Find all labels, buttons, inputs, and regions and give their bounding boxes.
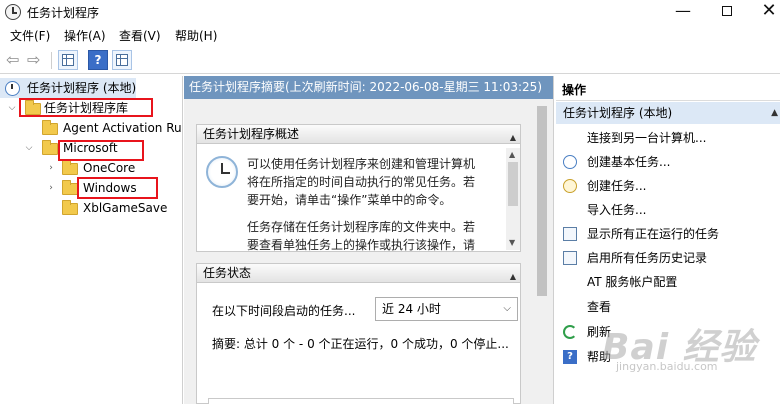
menu-file[interactable]: 文件(F) bbox=[10, 27, 50, 44]
toolbar: ⇦ ⇨ ? bbox=[0, 47, 780, 74]
action-at-service-config[interactable]: AT 服务帐户配置 bbox=[556, 270, 780, 294]
refresh-icon bbox=[563, 325, 577, 339]
action-enable-history[interactable]: 启用所有任务历史记录 bbox=[556, 246, 780, 270]
show-hide-console-tree-button[interactable] bbox=[58, 50, 78, 70]
actions-title: 操作 bbox=[556, 79, 780, 101]
action-import-task[interactable]: 导入任务... bbox=[556, 198, 780, 222]
status-period-label: 在以下时间段启动的任务... bbox=[212, 304, 356, 318]
annotation-box-library bbox=[19, 98, 153, 117]
task-scheduler-clock-icon bbox=[5, 4, 21, 20]
task-scheduler-clock-icon bbox=[206, 156, 238, 188]
console-tree-icon bbox=[62, 54, 74, 66]
overview-section-title: 任务计划程序概述 bbox=[203, 127, 300, 141]
toolbar-separator bbox=[51, 52, 52, 69]
folder-icon bbox=[62, 180, 78, 195]
action-help[interactable]: ? 帮助 bbox=[556, 345, 780, 369]
overview-paragraph-1: 可以使用任务计划程序来创建和管理计算机将在所指定的时间自动执行的常见任务。若要开… bbox=[247, 157, 476, 207]
action-create-task[interactable]: 创建任务... bbox=[556, 174, 780, 198]
overview-section-header[interactable]: 任务计划程序概述 ▲ bbox=[196, 124, 521, 144]
folder-icon bbox=[62, 200, 78, 215]
navigation-tree: 任务计划程序 (本地) ⌵ 任务计划程序库 Agent Activation R… bbox=[0, 76, 183, 404]
folder-icon bbox=[42, 140, 58, 155]
help-button[interactable]: ? bbox=[88, 50, 108, 70]
action-label: 创建任务... bbox=[587, 179, 647, 193]
help-icon: ? bbox=[563, 350, 577, 364]
scroll-up-icon[interactable]: ▲ bbox=[509, 150, 515, 159]
maximize-icon bbox=[722, 5, 732, 16]
scroll-down-icon[interactable]: ▼ bbox=[509, 238, 515, 247]
menu-bar: 文件(F) 操作(A) 查看(V) 帮助(H) bbox=[0, 25, 780, 45]
period-dropdown-value: 近 24 小时 bbox=[382, 302, 441, 316]
tree-item-xbl-label: XblGameSave bbox=[83, 201, 168, 215]
forward-arrow-icon[interactable]: ⇨ bbox=[27, 52, 43, 68]
title-bar: 任务计划程序 — ✕ bbox=[0, 0, 780, 24]
summary-pane: 任务计划程序摘要(上次刷新时间: 2022-06-08-星期三 11:03:25… bbox=[184, 76, 554, 404]
action-label: 连接到另一台计算机... bbox=[587, 131, 707, 145]
tree-item-onecore-label: OneCore bbox=[83, 161, 136, 175]
folder-icon bbox=[62, 160, 78, 175]
action-view[interactable]: 查看 bbox=[556, 295, 780, 319]
minimize-button[interactable]: — bbox=[660, 0, 706, 24]
expand-chevron-icon[interactable]: › bbox=[46, 183, 56, 193]
tree-item-root-label: 任务计划程序 (本地) bbox=[27, 81, 137, 95]
tree-item-agent-label: Agent Activation Ru bbox=[63, 121, 182, 135]
collapse-up-icon[interactable]: ▲ bbox=[771, 102, 778, 124]
back-arrow-icon[interactable]: ⇦ bbox=[6, 52, 22, 68]
action-label: 显示所有正在运行的任务 bbox=[587, 227, 720, 241]
overview-scrollbar-thumb[interactable] bbox=[508, 162, 518, 206]
action-label: 导入任务... bbox=[587, 203, 647, 217]
action-connect-computer[interactable]: 连接到另一台计算机... bbox=[556, 126, 780, 150]
list-icon bbox=[563, 227, 577, 241]
collapse-chevron-icon[interactable]: ⌵ bbox=[24, 143, 34, 153]
collapse-chevron-icon[interactable]: ⌵ bbox=[7, 103, 17, 113]
actions-group-header[interactable]: 任务计划程序 (本地) ▲ bbox=[556, 102, 780, 124]
summary-header: 任务计划程序摘要(上次刷新时间: 2022-06-08-星期三 11:03:25… bbox=[184, 76, 553, 99]
folder-icon bbox=[42, 120, 58, 135]
list-icon bbox=[563, 251, 577, 265]
clock-icon bbox=[563, 155, 577, 169]
action-label: 创建基本任务... bbox=[587, 155, 671, 169]
action-label: 启用所有任务历史记录 bbox=[587, 251, 708, 265]
show-hide-action-pane-button[interactable] bbox=[112, 50, 132, 70]
action-label: 刷新 bbox=[587, 325, 612, 339]
status-summary: 摘要: 总计 0 个 - 0 个正在运行，0 个成功，0 个停止... bbox=[212, 337, 509, 351]
action-label: 帮助 bbox=[587, 350, 612, 364]
window-title: 任务计划程序 bbox=[27, 6, 100, 20]
annotation-box-windows bbox=[77, 177, 158, 199]
menu-view[interactable]: 查看(V) bbox=[119, 27, 161, 44]
period-dropdown[interactable]: 近 24 小时 ⌵ bbox=[375, 297, 518, 321]
close-button[interactable]: ✕ bbox=[746, 0, 780, 24]
actions-group-label: 任务计划程序 (本地) bbox=[563, 106, 673, 120]
action-create-basic-task[interactable]: 创建基本任务... bbox=[556, 150, 780, 174]
action-label: AT 服务帐户配置 bbox=[587, 275, 678, 289]
status-section-header[interactable]: 任务状态 ▲ bbox=[196, 263, 521, 283]
overview-paragraph-2: 任务存储在任务计划程序库的文件夹中。若要查看单独任务上的操作或执行该操作，请 bbox=[247, 220, 476, 252]
chevron-down-icon: ⌵ bbox=[503, 303, 511, 314]
status-section-title: 任务状态 bbox=[203, 266, 252, 280]
expand-chevron-icon[interactable]: › bbox=[46, 163, 56, 173]
actions-pane: 操作 任务计划程序 (本地) ▲ 连接到另一台计算机... 创建基本任务... … bbox=[556, 76, 780, 404]
menu-help[interactable]: 帮助(H) bbox=[175, 27, 217, 44]
action-refresh[interactable]: 刷新 bbox=[556, 320, 780, 344]
clock-yellow-icon bbox=[563, 179, 577, 193]
annotation-box-microsoft bbox=[58, 140, 144, 161]
clock-icon bbox=[5, 81, 20, 96]
action-show-running-tasks[interactable]: 显示所有正在运行的任务 bbox=[556, 222, 780, 246]
status-table bbox=[208, 398, 514, 404]
overview-text: 可以使用任务计划程序来创建和管理计算机将在所指定的时间自动执行的常见任务。若要开… bbox=[247, 155, 482, 263]
maximize-button[interactable] bbox=[704, 0, 750, 24]
summary-scrollbar-thumb[interactable] bbox=[537, 106, 547, 296]
action-label: 查看 bbox=[587, 300, 612, 314]
menu-action[interactable]: 操作(A) bbox=[64, 27, 106, 44]
action-pane-icon bbox=[116, 54, 128, 66]
